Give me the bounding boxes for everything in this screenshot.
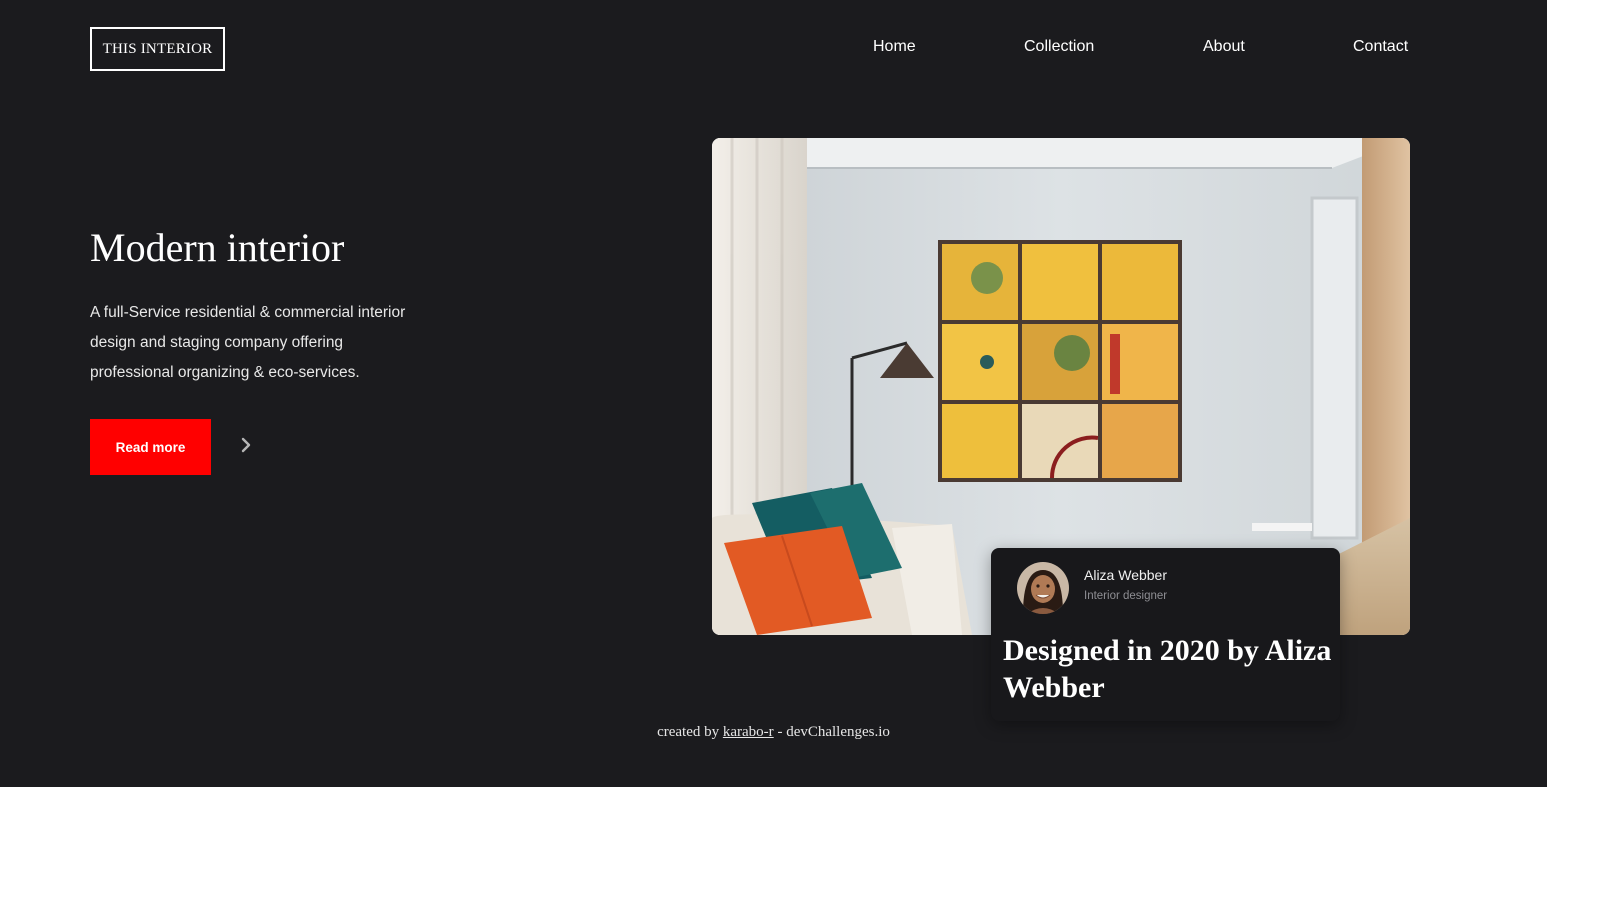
author-link[interactable]: karabo-r — [723, 724, 774, 740]
designer-role: Interior designer — [1084, 590, 1168, 602]
chevron-right-icon[interactable] — [236, 435, 256, 455]
designer-avatar — [1017, 562, 1069, 614]
read-more-button[interactable]: Read more — [90, 419, 211, 475]
designer-card: Aliza Webber Interior designer Designed … — [991, 548, 1340, 721]
hero-description: A full-Service residential & commercial … — [90, 304, 406, 381]
nav-link-home[interactable]: Home — [873, 38, 916, 56]
nav-link-contact[interactable]: Contact — [1353, 38, 1408, 56]
footer-separator: - — [777, 724, 783, 740]
designed-by-headline: Designed in 2020 by Aliza Webber — [1003, 634, 1332, 704]
designer-name: Aliza Webber — [1084, 567, 1168, 583]
nav-link-collection[interactable]: Collection — [1024, 38, 1094, 56]
page: THIS INTERIOR Home Collection About Cont… — [0, 0, 1547, 787]
main-nav: Home Collection About Contact — [0, 38, 1547, 60]
footer-prefix: created by — [657, 724, 720, 740]
footer: created by karabo-r - devChallenges.io — [0, 724, 1547, 741]
footer-site: devChallenges.io — [786, 724, 890, 740]
hero-title: Modern interior — [90, 225, 345, 270]
nav-link-about[interactable]: About — [1203, 38, 1245, 56]
